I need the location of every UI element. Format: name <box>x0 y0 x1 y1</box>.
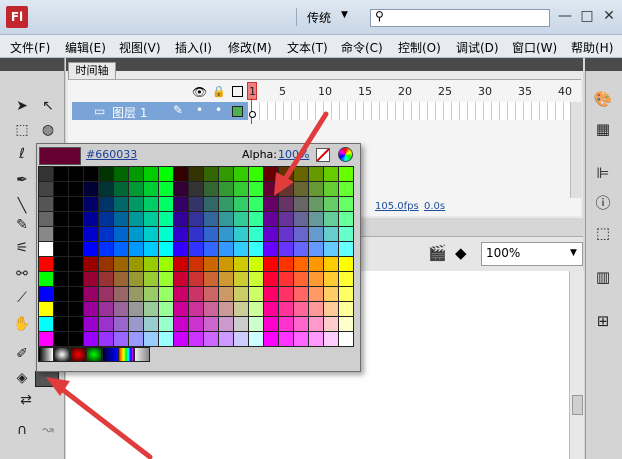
arrow-to-swatch <box>274 111 329 196</box>
arrow-to-fill <box>46 377 153 459</box>
annotation-arrows <box>46 111 329 459</box>
